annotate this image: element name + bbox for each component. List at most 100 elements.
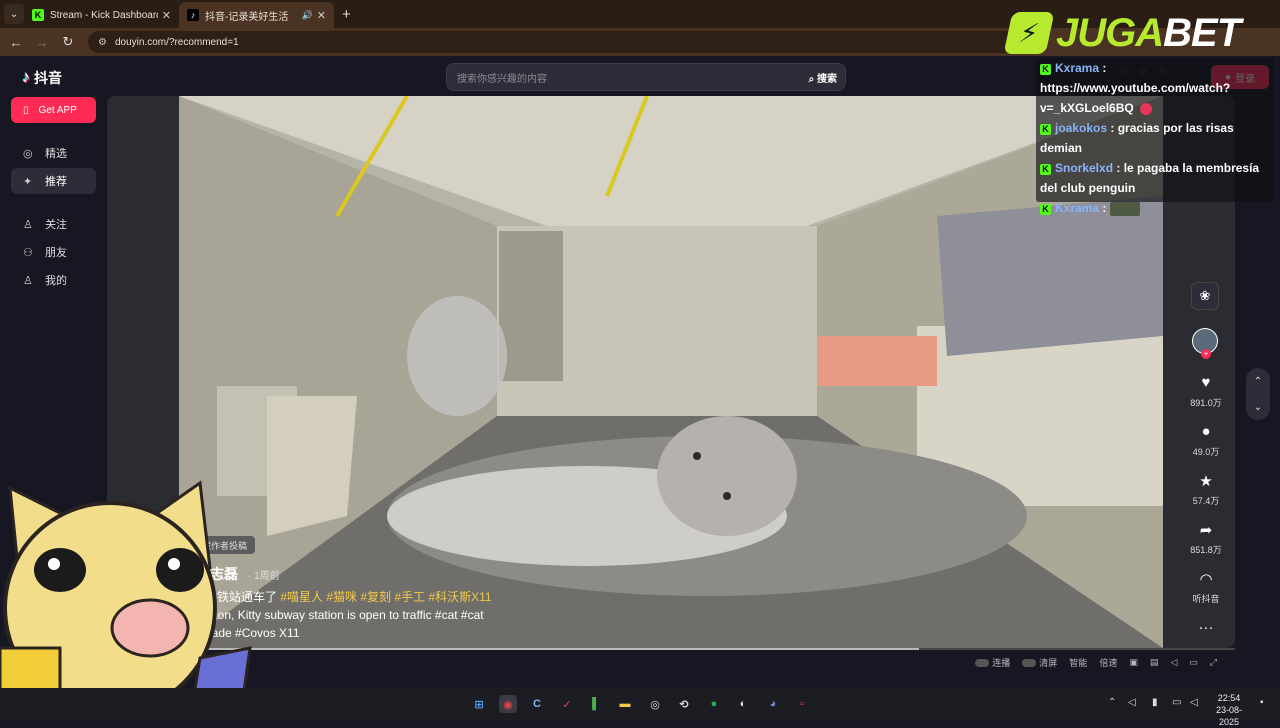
sidebar-item-recommend[interactable]: ✦ 推荐 [11, 168, 96, 194]
chat-user: Snorkelxd [1055, 161, 1114, 175]
chat-message: Kjoakokos : gracias por las risas demian [1040, 121, 1234, 155]
close-icon[interactable]: ✕ [317, 9, 326, 22]
widescreen-icon[interactable]: ▭ [1189, 657, 1198, 668]
tab-douyin[interactable]: ♪ 抖音-记录美好生活 🔊 ✕ [179, 2, 334, 28]
compass-icon: ◎ [23, 147, 33, 160]
comment-count: 49.0万 [1192, 447, 1220, 457]
chat-message: K Kxrama : [1040, 198, 1270, 218]
profile-icon: ♙ [23, 274, 33, 287]
capcut-icon[interactable]: ⟲ [675, 695, 693, 713]
speaker-tray-icon[interactable]: ◁ [1128, 697, 1136, 708]
comment-icon[interactable]: ● [1201, 423, 1210, 445]
chrome-icon[interactable]: ◉ [499, 695, 517, 713]
vegas-icon[interactable]: ✓ [558, 695, 576, 713]
discord-icon[interactable]: ◕ [764, 695, 782, 713]
share-icon[interactable]: ➦ [1200, 521, 1213, 543]
like-count: 891.0万 [1190, 398, 1222, 408]
danmaku-icon[interactable]: ▤ [1150, 657, 1159, 668]
action-column: ♥ 891.0万 ● 49.0万 ★ 57.4万 ➦ 851.8万 ◠ 听抖音 … [1180, 374, 1232, 641]
sidebar-item-featured[interactable]: ◎ 精选 [11, 140, 96, 166]
speed-button[interactable]: 倍速 [1099, 656, 1117, 669]
app-icon[interactable]: ▌ [587, 695, 605, 713]
sidebar-item-label: 精选 [45, 148, 67, 160]
clear-screen-toggle[interactable]: 清屏 [1022, 656, 1057, 669]
clock-time: 22:54 [1217, 693, 1241, 703]
url-field[interactable]: ⚙ douyin.com/?recommend=1 [88, 31, 1048, 53]
kick-icon: K [32, 9, 44, 21]
tiktok-icon: ♪ [187, 9, 199, 21]
sidebar-item-label: 朋友 [45, 247, 67, 259]
site-info-icon[interactable]: ⚙ [98, 37, 107, 48]
jugabet-logo: ⚡ JUGABET [1003, 10, 1276, 56]
pip-icon[interactable]: ▣ [1129, 657, 1138, 668]
kick-icon: K [1040, 164, 1051, 175]
jugabet-wordmark: JUGABET [1056, 11, 1241, 55]
kick-icon: K [1040, 204, 1051, 215]
more-icon[interactable]: ··· [1199, 619, 1214, 641]
autoplay-toggle[interactable]: 连播 [975, 656, 1010, 669]
listen-label: 听抖音 [1192, 594, 1220, 604]
author-avatar[interactable]: + [1192, 328, 1218, 359]
tiktok-note-icon: ♪ [22, 69, 30, 86]
windows-start-icon[interactable]: ⊞ [470, 695, 488, 713]
tab-search-icon[interactable]: ⌄ [4, 4, 24, 24]
volume-tray-icon[interactable]: ◁ [1190, 697, 1198, 708]
emote-icon [1109, 201, 1140, 216]
sidebar-item-profile[interactable]: ♙ 我的 [11, 267, 96, 293]
sidebar-item-label: 推荐 [45, 176, 67, 188]
heart-icon[interactable]: ♥ [1202, 374, 1211, 396]
share-count: 851.8万 [1190, 545, 1222, 555]
chevron-down-icon[interactable]: ⌄ [1254, 402, 1262, 413]
video-nav: ⌃ ⌄ [1246, 368, 1270, 420]
hashtag-links[interactable]: #喵星人 #猫咪 #复刻 #手工 #科沃斯X11 [280, 590, 491, 604]
chat-user: joakokos [1055, 121, 1108, 135]
ccleaner-icon[interactable]: C [528, 695, 546, 713]
stream-chat-overlay: K Kxrama : https://www.youtube.com/watch?… [1036, 58, 1274, 216]
headphones-icon[interactable]: ◠ [1199, 570, 1212, 592]
quality-button[interactable]: 智能 [1069, 656, 1087, 669]
new-tab-button[interactable]: + [342, 6, 351, 23]
chat-text: https://www.youtube.com/watch?v=_kXGLoel… [1040, 81, 1231, 115]
system-clock[interactable]: 22:54 23-08-2025 [1206, 692, 1252, 728]
clock-date: 23-08-2025 [1215, 705, 1242, 727]
douyin-logo[interactable]: ♪ 抖音 [22, 68, 62, 88]
notification-icon[interactable]: ▪ [1260, 697, 1264, 708]
speaker-icon[interactable]: 🔊 [302, 10, 313, 21]
obs-icon[interactable]: ◎ [646, 695, 664, 713]
follow-plus-icon[interactable]: + [1201, 349, 1211, 359]
forward-button[interactable]: → [32, 35, 52, 50]
reload-button[interactable]: ↻ [58, 34, 78, 50]
cat-mascot-overlay [0, 480, 252, 720]
search-button[interactable]: ⌕ 搜索 [809, 70, 845, 85]
chat-message: K Kxrama : https://www.youtube.com/watch?… [1040, 61, 1231, 115]
chevron-up-icon[interactable]: ⌃ [1254, 376, 1262, 387]
sidebar-item-friends[interactable]: ⚇ 朋友 [11, 239, 96, 265]
sidebar-item-follow[interactable]: ♙ 关注 [11, 211, 96, 237]
mic-icon[interactable]: ▮ [1152, 697, 1158, 708]
search-bar: 搜索你感兴趣的内容 ⌕ 搜索 [446, 63, 846, 91]
volume-icon[interactable]: ◁ [1170, 657, 1177, 668]
sidebar-item-label: 关注 [45, 219, 67, 231]
emote-icon [1139, 102, 1152, 115]
tray-chevron-icon[interactable]: ⌃ [1108, 697, 1116, 708]
close-icon[interactable]: ✕ [162, 9, 171, 22]
folder-icon[interactable]: ▬ [616, 695, 634, 713]
get-app-button[interactable]: ▯ Get APP [11, 97, 96, 123]
steam-icon[interactable]: ◐ [734, 695, 752, 713]
follow-icon: ♙ [23, 218, 33, 231]
search-button-label: 搜索 [817, 73, 837, 85]
app-red-icon[interactable]: ▫ [793, 695, 811, 713]
fullscreen-icon[interactable]: ⤢ [1210, 657, 1217, 668]
control-label: 连播 [992, 657, 1011, 668]
tab-title: Stream - Kick Dashboard [50, 9, 158, 21]
spotify-icon[interactable]: ● [705, 695, 723, 713]
bolt-icon: ⚡ [1003, 12, 1055, 54]
star-icon[interactable]: ★ [1199, 472, 1212, 494]
sparkle-icon: ✦ [23, 175, 33, 188]
search-input[interactable]: 搜索你感兴趣的内容 [447, 70, 809, 85]
music-disc-icon[interactable]: ❀ [1191, 282, 1219, 310]
back-button[interactable]: ← [6, 35, 26, 50]
tab-kick-dashboard[interactable]: K Stream - Kick Dashboard ✕ [24, 2, 179, 28]
network-icon[interactable]: ▭ [1172, 697, 1181, 708]
get-app-label: Get APP [38, 104, 77, 116]
